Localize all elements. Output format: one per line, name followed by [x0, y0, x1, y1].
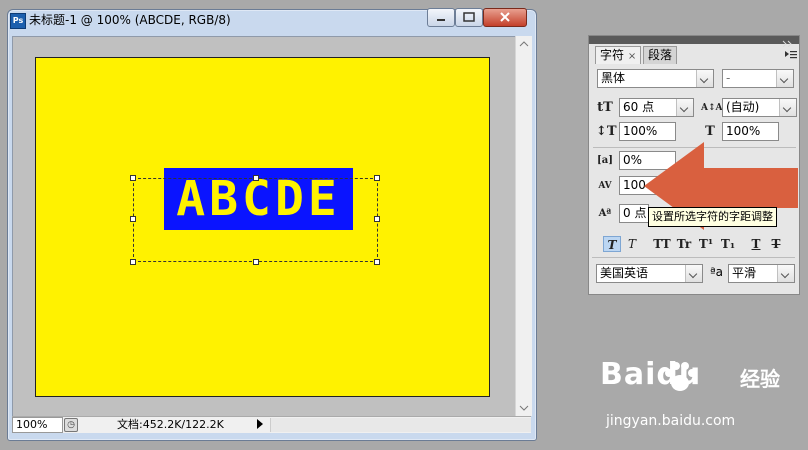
leading-select[interactable]: (自动) [722, 98, 797, 117]
minimize-icon [437, 19, 445, 21]
transform-handle[interactable] [253, 175, 259, 181]
vertical-scale-field[interactable]: 100% [619, 122, 676, 141]
transform-handle[interactable] [253, 259, 259, 265]
strikethrough-button[interactable]: T [767, 236, 785, 252]
language-select[interactable]: 美国英语 [596, 264, 703, 283]
subscript-button[interactable]: T₁ [719, 236, 737, 252]
transform-handle[interactable] [374, 259, 380, 265]
close-button[interactable] [483, 8, 527, 27]
tab-character-label: 字符 [600, 48, 625, 62]
panel-menu-icon[interactable] [785, 50, 797, 63]
chevron-down-icon [685, 265, 702, 282]
font-style-select[interactable]: - [722, 69, 794, 88]
minimize-button[interactable] [427, 8, 455, 27]
font-size-value: 60 点 [623, 100, 655, 114]
font-style-value: - [726, 71, 731, 85]
antialias-value: 平滑 [732, 266, 757, 280]
tab-paragraph-label: 段落 [648, 48, 673, 62]
status-menu-arrow-icon[interactable] [257, 419, 263, 429]
chevron-down-icon [676, 99, 693, 116]
close-icon [500, 12, 510, 22]
vertical-scale-icon: ↕T [596, 124, 617, 139]
tooltip: 设置所选字符的字距调整 [648, 207, 777, 227]
style-buttons-anchor [588, 0, 589, 1]
vertical-scrollbar[interactable] [515, 36, 532, 416]
watermark-product: 经验 [740, 367, 780, 391]
scroll-arrows-icon [519, 41, 529, 411]
baidu-watermark: Baidu 经验 jingyan.baidu.com [600, 355, 800, 435]
faux-bold-button[interactable]: T [603, 236, 621, 252]
horizontal-scale-icon: T [705, 124, 715, 139]
font-size-select[interactable]: 60 点 [619, 98, 694, 117]
document-title: 未标题-1 @ 100% (ABCDE, RGB/8) [29, 13, 231, 27]
transform-bounding-box[interactable] [133, 178, 378, 262]
transform-handle[interactable] [374, 216, 380, 222]
status-info-icon[interactable]: ◷ [64, 418, 78, 432]
panel-menu-lines-icon [785, 51, 797, 59]
tab-character[interactable]: 字符 × [595, 46, 642, 64]
transform-handle[interactable] [374, 175, 380, 181]
small-caps-button[interactable]: Tr [674, 236, 694, 252]
chevron-down-icon [776, 70, 793, 87]
tab-close-icon[interactable]: × [628, 51, 636, 62]
superscript-button[interactable]: T¹ [697, 236, 715, 252]
transform-handle[interactable] [130, 216, 136, 222]
watermark-url: jingyan.baidu.com [606, 413, 736, 429]
chevron-down-icon [696, 70, 713, 87]
maximize-icon [463, 12, 475, 22]
faux-italic-button[interactable]: T [623, 236, 641, 252]
panel-title-bar[interactable] [589, 36, 799, 48]
zoom-field[interactable]: 100% [12, 417, 63, 433]
baseline-shift-icon: Aª [598, 208, 612, 219]
document-size-info: 文档:452.2K/122.2K [117, 418, 224, 431]
font-family-select[interactable]: 黑体 [597, 69, 714, 88]
font-size-icon: tT [597, 100, 613, 115]
leading-value: (自动) [726, 100, 760, 114]
font-family-value: 黑体 [601, 71, 626, 85]
chevron-down-icon [779, 99, 796, 116]
horizontal-scrollbar[interactable] [270, 418, 531, 432]
tracking-icon: AV [598, 181, 612, 191]
photoshop-icon: Ps [10, 13, 26, 29]
status-bar: 100% ◷ 文档:452.2K/122.2K [12, 416, 531, 433]
antialias-icon: ªa [710, 265, 724, 279]
maximize-button[interactable] [455, 8, 483, 27]
kerning-percent-icon: [a] [597, 155, 613, 166]
transform-handle[interactable] [130, 259, 136, 265]
all-caps-button[interactable]: TT [651, 236, 673, 252]
paw-icon [665, 362, 696, 391]
transform-handle[interactable] [130, 175, 136, 181]
divider [592, 257, 795, 258]
underline-button[interactable]: T [747, 236, 765, 252]
leading-icon: A↕A [701, 103, 723, 113]
horizontal-scale-field[interactable]: 100% [722, 122, 779, 141]
chevron-down-icon [777, 265, 794, 282]
tab-paragraph[interactable]: 段落 [643, 46, 678, 64]
language-value: 美国英语 [600, 266, 649, 280]
antialias-select[interactable]: 平滑 [728, 264, 795, 283]
